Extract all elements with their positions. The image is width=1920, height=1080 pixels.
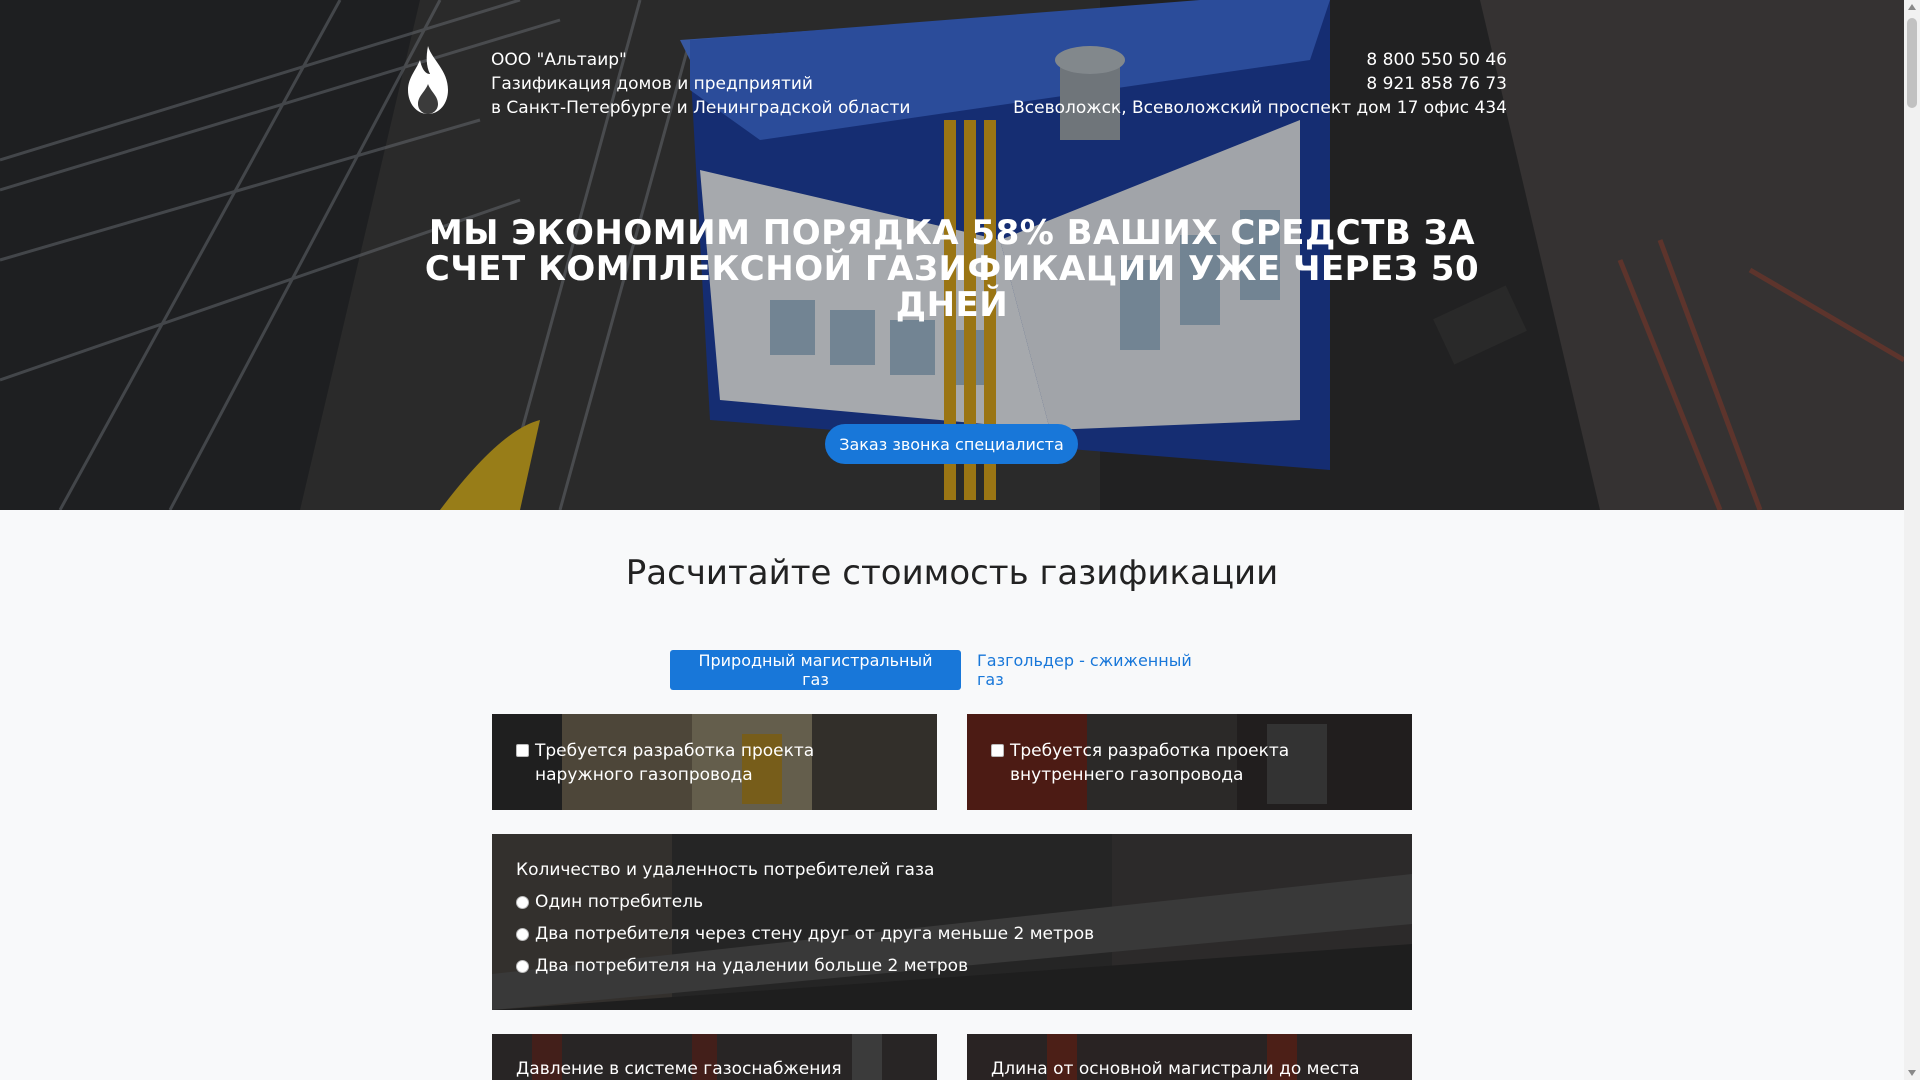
consumer-radio-1[interactable] xyxy=(516,896,529,909)
outer-project-label: Требуется разработка проекта наружного г… xyxy=(535,741,815,785)
contact-info: 8 800 550 50 46 8 921 858 76 73 Всеволож… xyxy=(1013,48,1507,120)
request-call-button[interactable]: Заказ звонка специалиста xyxy=(825,424,1078,464)
tab-natural-gas[interactable]: Природный магистральный газ xyxy=(670,650,961,690)
inner-project-checkbox[interactable] xyxy=(991,744,1004,757)
scroll-up-icon[interactable] xyxy=(1908,4,1916,10)
scrollbar-thumb[interactable] xyxy=(1907,18,1917,108)
consumer-option-1[interactable]: Один потребитель xyxy=(516,890,1388,914)
page-scrollbar[interactable] xyxy=(1904,0,1920,1080)
pressure-title: Давление в системе газоснабжения xyxy=(516,1059,842,1079)
company-name: ООО "Альтаир" xyxy=(491,50,627,70)
consumers-title: Количество и удаленность потребителей га… xyxy=(516,860,935,880)
office-address: Всеволожск, Всеволожский проспект дом 17… xyxy=(1013,98,1507,118)
outer-project-checkbox-row[interactable]: Требуется разработка проекта наружного г… xyxy=(516,739,913,787)
consumer-option-3[interactable]: Два потребителя на удалении больше 2 мет… xyxy=(516,954,1388,978)
pressure-card: Давление в системе газоснабжения xyxy=(492,1034,937,1080)
flame-icon xyxy=(408,46,448,114)
scroll-down-icon[interactable] xyxy=(1908,1070,1916,1076)
outer-project-checkbox[interactable] xyxy=(516,744,529,757)
length-card: Длина от основной магистрали до места xyxy=(967,1034,1412,1080)
consumer-radio-2[interactable] xyxy=(516,928,529,941)
consumers-card: Количество и удаленность потребителей га… xyxy=(492,834,1412,1010)
tab-gas-holder[interactable]: Газгольдер - сжиженный газ xyxy=(962,650,1232,690)
company-tagline: Газификация домов и предприятий xyxy=(491,74,813,94)
length-title: Длина от основной магистрали до места xyxy=(991,1059,1360,1079)
consumer-option-2-label: Два потребителя через стену друг от друг… xyxy=(535,924,1095,944)
consumer-option-3-label: Два потребителя на удалении больше 2 мет… xyxy=(535,956,969,976)
inner-project-checkbox-row[interactable]: Требуется разработка проекта внутреннего… xyxy=(991,739,1388,787)
option-card-inner-project[interactable]: Требуется разработка проекта внутреннего… xyxy=(967,714,1412,810)
hero-headline: МЫ ЭКОНОМИМ ПОРЯДКА 58% ВАШИХ СРЕДСТВ ЗА… xyxy=(424,213,1480,325)
option-card-outer-project[interactable]: Требуется разработка проекта наружного г… xyxy=(492,714,937,810)
calculator-title: Расчитайте стоимость газификации xyxy=(625,553,1279,593)
company-info: ООО "Альтаир" Газификация домов и предпр… xyxy=(491,48,910,120)
consumer-radio-3[interactable] xyxy=(516,960,529,973)
company-region: в Санкт-Петербурге и Ленинградской облас… xyxy=(491,98,911,118)
inner-project-label: Требуется разработка проекта внутреннего… xyxy=(1010,741,1290,785)
consumer-option-2[interactable]: Два потребителя через стену друг от друг… xyxy=(516,922,1388,946)
hero-banner: ООО "Альтаир" Газификация домов и предпр… xyxy=(0,0,1904,510)
phone-primary[interactable]: 8 800 550 50 46 xyxy=(1013,48,1507,72)
consumer-option-1-label: Один потребитель xyxy=(535,892,704,912)
phone-secondary[interactable]: 8 921 858 76 73 xyxy=(1013,72,1507,96)
